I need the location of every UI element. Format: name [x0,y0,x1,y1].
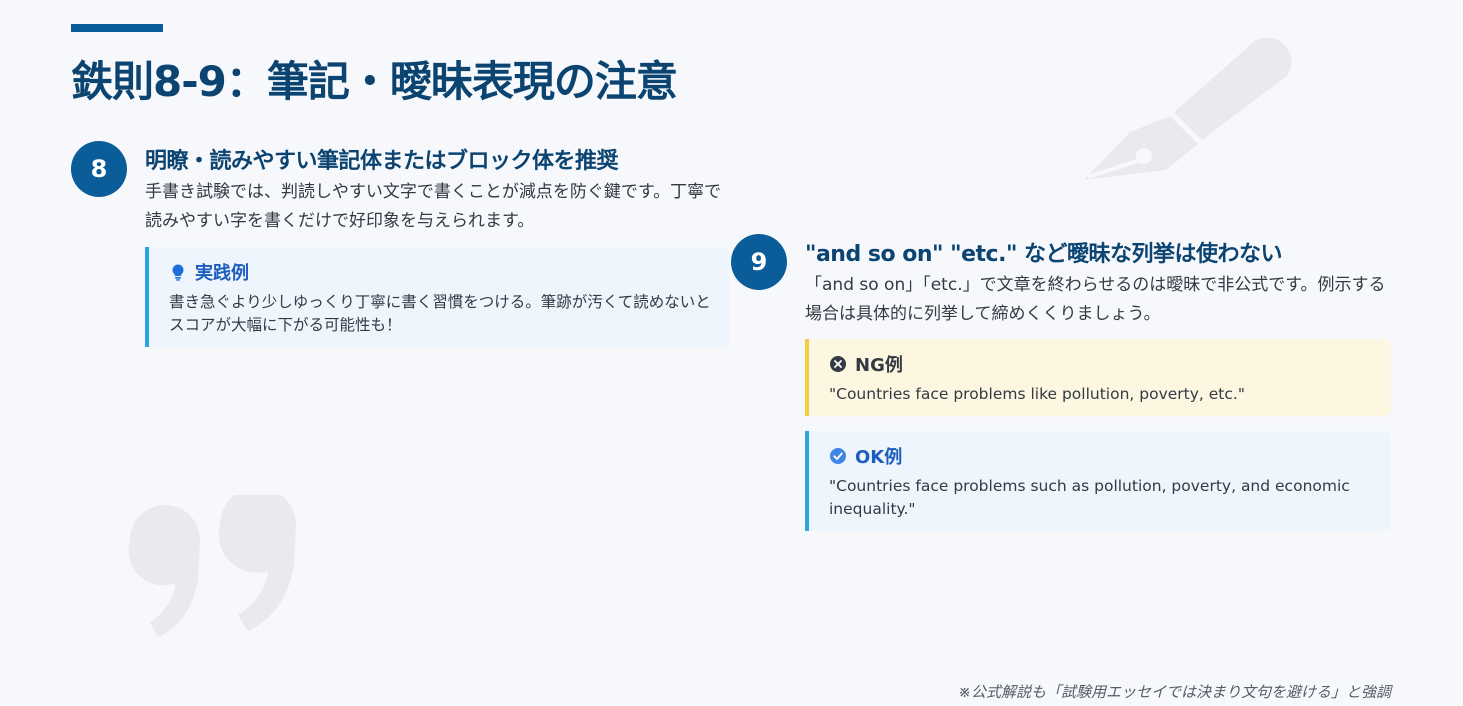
ng-example-box: NG例 "Countries face problems like pollut… [805,339,1391,416]
section-9-number: 9 [731,234,787,290]
ng-text: "Countries face problems like pollution,… [829,385,1245,403]
section-8-heading: 明瞭・読みやすい筆記体またはブロック体を推奨 [145,149,619,174]
ok-header: OK例 [829,443,1373,469]
section-8-number: 8 [71,141,127,197]
footnote: ※公式解説も「試験用エッセイでは決まり文句を避ける」と強調 [958,683,1391,701]
ok-label: OK例 [855,447,903,468]
ng-label: NG例 [855,355,903,376]
x-circle-icon [829,355,847,373]
section-8-body: 手書き試験では、判読しやすい文字で書くことが減点を防ぐ鍵です。丁寧で読みやすい字… [145,182,722,231]
tip-box: 実践例 書き急ぐより少しゆっくり丁寧に書く習慣をつける。筆跡が汚くて読めないとス… [145,247,730,347]
page-title: 鉄則8-9：筆記・曖昧表現の注意 [71,57,678,106]
slide: 鉄則8-9：筆記・曖昧表現の注意 8 明瞭・読みやすい筆記体またはブロック体を推… [0,0,1463,706]
lightbulb-icon [169,263,187,281]
check-circle-icon [829,447,847,465]
ng-header: NG例 [829,351,1373,377]
tip-label: 実践例 [195,263,249,284]
tip-header: 実践例 [169,259,712,285]
section-9-body: 「and so on」「etc.」で文章を終わらせるのは曖昧で非公式です。例示す… [805,275,1386,324]
section-9-heading: "and so on" "etc." など曖昧な列挙は使わない [805,242,1283,267]
ok-text: "Countries face problems such as polluti… [829,477,1350,518]
quote-icon [128,495,296,637]
tip-text: 書き急ぐより少しゆっくり丁寧に書く習慣をつける。筆跡が汚くて読めないとスコアが大… [169,293,711,334]
ok-example-box: OK例 "Countries face problems such as pol… [805,431,1391,531]
title-accent-bar [71,24,163,32]
pen-icon [1084,37,1292,180]
